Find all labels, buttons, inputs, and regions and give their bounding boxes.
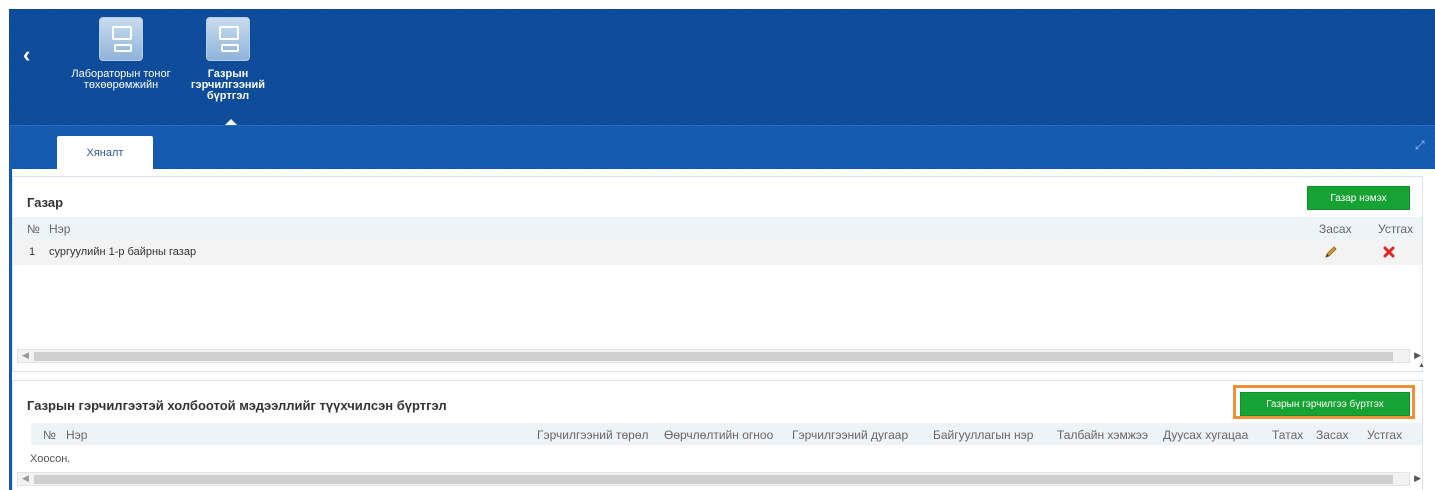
certificate-history-panel: Газрын гэрчилгээтэй холбоотой мэдээллийг…: [12, 380, 1423, 490]
scroll-right-icon[interactable]: ▶: [1414, 350, 1421, 361]
scroll-right-icon[interactable]: ▶: [1414, 473, 1421, 484]
scrollbar-thumb[interactable]: [34, 475, 1393, 484]
table-row[interactable]: 1 сургуулийн 1-р байрны газар: [13, 239, 1422, 265]
column-cert-type: Гэрчилгээний төрөл: [537, 428, 649, 442]
app-tile-label: Лабораторын тоног төхөөрөмжийн: [71, 69, 171, 91]
app-launcher-bar: ‹ Лабораторын тоног төхөөрөмжийн Газрын …: [9, 9, 1435, 125]
add-land-button[interactable]: Газар нэмэх: [1307, 186, 1410, 210]
highlight-outline: [1233, 385, 1415, 419]
pencil-icon[interactable]: [1324, 245, 1338, 259]
land-panel-title: Газар: [27, 195, 64, 210]
computer-icon: [206, 17, 250, 61]
tab-bar: Хяналт ⤢: [9, 125, 1435, 170]
chevron-left-icon[interactable]: ‹: [23, 44, 39, 66]
column-cert-number: Гэрчилгээний дугаар: [792, 428, 909, 442]
app-tile-land-certificate[interactable]: Газрын гэрчилгээний бүртгэл: [178, 17, 278, 103]
land-table-header: № Нэр Засах Устгах: [13, 217, 1422, 239]
column-delete: Устгах: [1378, 222, 1414, 236]
land-panel: Газар Газар нэмэх № Нэр Засах Устгах 1 с…: [12, 176, 1423, 372]
column-ownership-date: Өөрчлөлтийн огноо: [664, 428, 774, 442]
column-area-size: Талбайн хэмжээ: [1057, 428, 1149, 442]
expand-icon[interactable]: ⤢: [1415, 138, 1429, 152]
row-name: сургуулийн 1-р байрны газар: [49, 246, 197, 258]
column-org-name: Байгууллагын нэр: [933, 428, 1034, 442]
certificate-panel-title: Газрын гэрчилгээтэй холбоотой мэдээллийг…: [27, 398, 447, 413]
column-no: №: [27, 222, 40, 236]
column-expiry: Дуусах хугацаа: [1163, 428, 1249, 442]
column-delete: Устгах: [1367, 428, 1403, 442]
computer-icon: [99, 17, 143, 61]
scroll-up-icon[interactable]: ▲: [1418, 362, 1425, 369]
app-tile-label: Газрын гэрчилгээний бүртгэл: [190, 69, 266, 102]
app-tile-laboratory[interactable]: Лабораторын тоног төхөөрөмжийн: [71, 17, 171, 103]
column-download: Татах: [1272, 428, 1304, 442]
land-table-scrollbar[interactable]: ◀ ▶: [17, 349, 1421, 363]
empty-table-message: Хоосон.: [30, 453, 71, 465]
scrollbar-thumb[interactable]: [34, 352, 1393, 361]
certificate-table-scrollbar[interactable]: ◀ ▶: [17, 472, 1421, 486]
column-edit: Засах: [1319, 222, 1352, 236]
tab-monitoring[interactable]: Хяналт: [57, 136, 153, 170]
app-frame: ‹ Лабораторын тоног төхөөрөмжийн Газрын …: [0, 0, 1435, 490]
close-icon[interactable]: [1382, 245, 1396, 259]
row-no: 1: [29, 246, 36, 258]
scroll-left-icon[interactable]: ◀: [22, 473, 29, 484]
certificate-table-header: № Нэр Гэрчилгээний төрөл Өөрчлөлтийн огн…: [31, 423, 1422, 445]
scroll-left-icon[interactable]: ◀: [22, 350, 29, 361]
column-name: Нэр: [49, 222, 71, 236]
column-name: Нэр: [66, 428, 88, 442]
column-edit: Засах: [1316, 428, 1349, 442]
column-no: №: [43, 428, 56, 442]
